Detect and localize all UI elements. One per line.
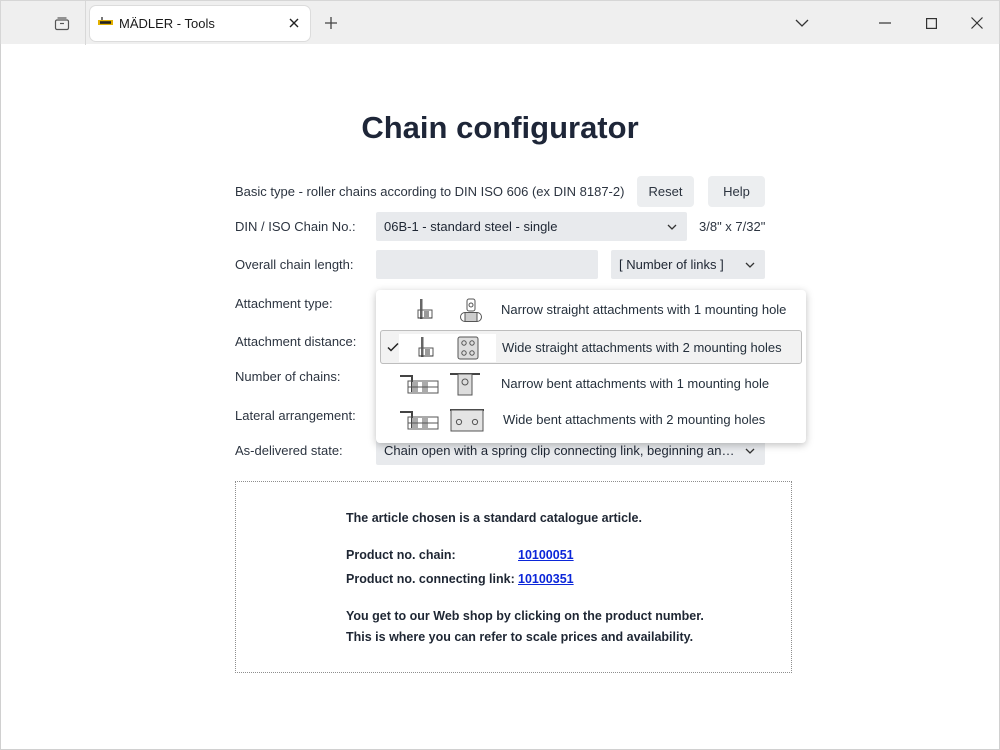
chevron-down-icon bbox=[667, 212, 677, 241]
chain-dimensions: 3/8" x 7/32" bbox=[699, 219, 766, 234]
option-label: Wide bent attachments with 2 mounting ho… bbox=[503, 412, 766, 427]
option-label: Narrow straight attachments with 1 mount… bbox=[501, 302, 787, 317]
checkmark-icon bbox=[387, 342, 399, 352]
browser-tab[interactable]: MÄDLER - Tools bbox=[90, 6, 310, 41]
result-headline: The article chosen is a standard catalog… bbox=[346, 511, 642, 525]
new-tab-icon[interactable] bbox=[319, 11, 343, 35]
attachment-type-label: Attachment type: bbox=[235, 296, 333, 311]
wide-straight-attachment-icon bbox=[399, 334, 496, 362]
title-bar: MÄDLER - Tools bbox=[0, 0, 1000, 45]
chain-product-label: Product no. chain: bbox=[346, 548, 456, 562]
number-of-chains-label: Number of chains: bbox=[235, 369, 341, 384]
tab-actions-icon[interactable] bbox=[47, 8, 77, 38]
lateral-arrangement-label: Lateral arrangement: bbox=[235, 408, 356, 423]
attachment-distance-label: Attachment distance: bbox=[235, 334, 357, 349]
length-unit-value: [ Number of links ] bbox=[619, 257, 724, 272]
minimize-icon[interactable] bbox=[873, 11, 897, 35]
madler-favicon-icon bbox=[98, 17, 113, 25]
reset-button[interactable]: Reset bbox=[637, 176, 694, 207]
wide-bent-attachment-icon bbox=[398, 406, 486, 434]
chain-no-label: DIN / ISO Chain No.: bbox=[235, 219, 356, 234]
connecting-link-product-link[interactable]: 10100351 bbox=[518, 572, 574, 586]
option-label: Wide straight attachments with 2 mountin… bbox=[502, 340, 782, 355]
webshop-info-line1: You get to our Web shop by clicking on t… bbox=[346, 609, 704, 623]
chain-product-link[interactable]: 10100051 bbox=[518, 548, 574, 562]
tab-title: MÄDLER - Tools bbox=[119, 16, 215, 31]
help-button[interactable]: Help bbox=[708, 176, 765, 207]
result-panel: The article chosen is a standard catalog… bbox=[235, 481, 792, 673]
attachment-option-wide-straight[interactable]: Wide straight attachments with 2 mountin… bbox=[380, 330, 802, 364]
narrow-straight-attachment-icon bbox=[416, 296, 484, 324]
connecting-link-label: Product no. connecting link: bbox=[346, 572, 515, 586]
webshop-info-line2: This is where you can refer to scale pri… bbox=[346, 630, 694, 644]
narrow-bent-attachment-icon bbox=[398, 370, 482, 398]
attachment-option-narrow-bent[interactable]: Narrow bent attachments with 1 mounting … bbox=[380, 367, 802, 401]
attachment-option-wide-bent[interactable]: Wide bent attachments with 2 mounting ho… bbox=[380, 403, 802, 437]
attachment-option-narrow-straight[interactable]: Narrow straight attachments with 1 mount… bbox=[380, 293, 802, 327]
delivered-state-label: As-delivered state: bbox=[235, 443, 343, 458]
chain-length-input[interactable] bbox=[376, 250, 598, 279]
chain-no-value: 06B-1 - standard steel - single bbox=[384, 219, 558, 234]
chain-no-select[interactable]: 06B-1 - standard steel - single bbox=[376, 212, 687, 241]
close-window-icon[interactable] bbox=[965, 11, 989, 35]
basic-type-label: Basic type - roller chains according to … bbox=[235, 184, 625, 199]
tab-list-chevron-icon[interactable] bbox=[790, 11, 814, 35]
page-title: Chain configurator bbox=[361, 110, 639, 145]
attachment-type-dropdown: Narrow straight attachments with 1 mount… bbox=[376, 290, 806, 443]
chain-length-label: Overall chain length: bbox=[235, 257, 354, 272]
chevron-down-icon bbox=[745, 250, 755, 279]
maximize-icon[interactable] bbox=[919, 11, 943, 35]
tab-separator bbox=[85, 1, 86, 45]
option-label: Narrow bent attachments with 1 mounting … bbox=[501, 376, 770, 391]
length-unit-select[interactable]: [ Number of links ] bbox=[611, 250, 765, 279]
close-tab-icon[interactable] bbox=[286, 15, 302, 31]
